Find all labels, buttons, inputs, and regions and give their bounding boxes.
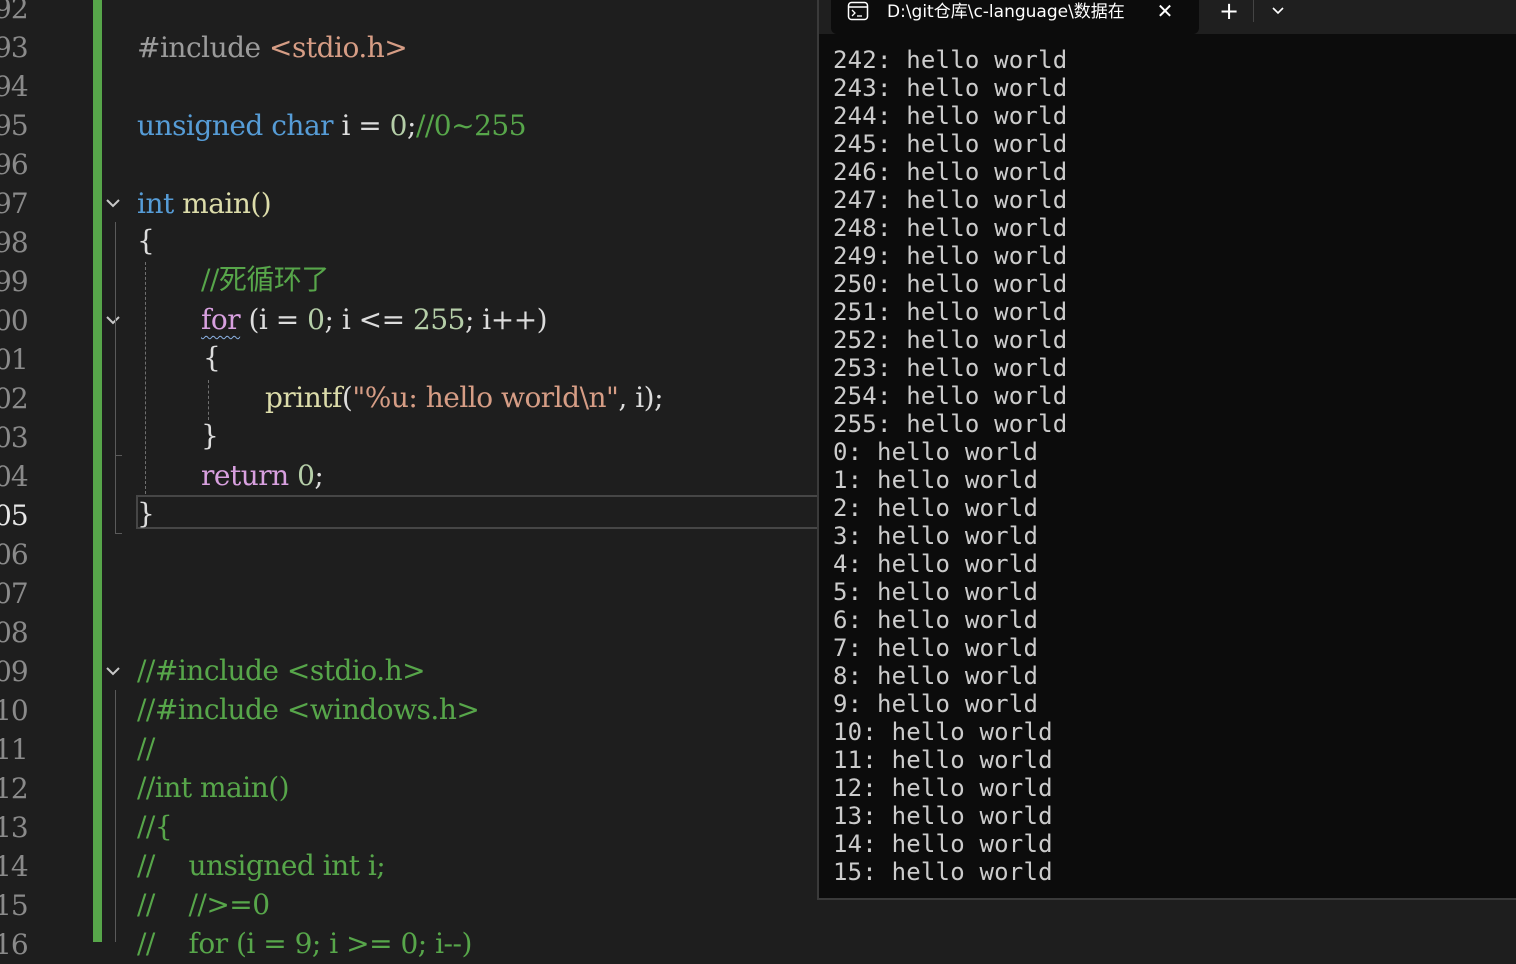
code-line: //#include <stdio.h> (137, 654, 426, 687)
line-number: 05 (0, 499, 29, 532)
line-number: 13 (0, 811, 29, 844)
terminal-line: 248: hello world (833, 214, 1068, 242)
terminal-line: 252: hello world (833, 326, 1068, 354)
line-number: 07 (0, 577, 29, 610)
terminal-line: 8: hello world (833, 662, 1039, 690)
terminal-tab-title: D:\git仓库\c-language\数据在 (887, 2, 1125, 22)
line-number: 11 (0, 733, 29, 766)
code-line: } (201, 419, 219, 452)
code-line: { (203, 341, 221, 374)
terminal-line: 246: hello world (833, 158, 1068, 186)
terminal-icon (847, 1, 869, 21)
line-number: 97 (0, 187, 29, 220)
line-number: 96 (0, 148, 29, 181)
code-line: for (i = 0; i <= 255; i++) (201, 303, 548, 336)
line-number: 12 (0, 772, 29, 805)
terminal-tab-bar: D:\git仓库\c-language\数据在 ✕ + (819, 0, 1516, 34)
change-tracking-bar (93, 0, 102, 942)
new-tab-plus-icon[interactable]: + (1211, 0, 1247, 24)
tab-dropdown-chevron-icon[interactable] (1263, 0, 1293, 24)
code-line: //死循环了 (201, 263, 329, 296)
code-line: // //>=0 (137, 888, 270, 921)
code-line: #include <stdio.h> (137, 31, 408, 64)
terminal-line: 243: hello world (833, 74, 1068, 102)
line-number: 98 (0, 226, 29, 259)
code-area[interactable]: #include <stdio.h> unsigned char i = 0;/… (137, 0, 837, 960)
code-line: unsigned char i = 0;//0~255 (137, 109, 527, 142)
code-line: int main() (137, 187, 272, 220)
terminal-line: 14: hello world (833, 830, 1053, 858)
terminal-line: 10: hello world (833, 718, 1053, 746)
code-line: // for (i = 9; i >= 0; i--) (137, 927, 472, 960)
terminal-line: 5: hello world (833, 578, 1039, 606)
line-number: 06 (0, 538, 29, 571)
code-line: // (137, 732, 155, 765)
line-number: 93 (0, 31, 29, 64)
line-number: 14 (0, 850, 29, 883)
terminal-line: 254: hello world (833, 382, 1068, 410)
tab-close-icon[interactable]: ✕ (1153, 0, 1177, 24)
line-number: 04 (0, 460, 29, 493)
terminal-line: 255: hello world (833, 410, 1068, 438)
tab-separator (1253, 0, 1254, 22)
line-number: 15 (0, 889, 29, 922)
line-number: 09 (0, 655, 29, 688)
line-number: 03 (0, 421, 29, 454)
terminal-tab[interactable]: D:\git仓库\c-language\数据在 ✕ (831, 0, 1199, 34)
terminal-line: 7: hello world (833, 634, 1039, 662)
line-number: 16 (0, 928, 29, 961)
line-number: 02 (0, 382, 29, 415)
terminal-line: 11: hello world (833, 746, 1053, 774)
code-line: } (137, 497, 155, 530)
terminal-line: 251: hello world (833, 298, 1068, 326)
terminal-line: 9: hello world (833, 690, 1039, 718)
scope-line-inner-end (115, 455, 122, 456)
code-line: // unsigned int i; (137, 849, 386, 882)
terminal-line: 244: hello world (833, 102, 1068, 130)
terminal-line: 15: hello world (833, 858, 1053, 886)
code-line: return 0; (201, 459, 324, 492)
line-number: 10 (0, 694, 29, 727)
terminal-line: 250: hello world (833, 270, 1068, 298)
terminal-line: 0: hello world (833, 438, 1039, 466)
code-line: { (137, 224, 155, 257)
terminal-line: 2: hello world (833, 494, 1039, 522)
collapse-main-chevron-icon[interactable] (104, 194, 122, 212)
terminal-line: 1: hello world (833, 466, 1039, 494)
line-number: 92 (0, 0, 29, 25)
collapse-comment-chevron-icon[interactable] (104, 662, 122, 680)
code-line: //#include <windows.h> (137, 693, 480, 726)
line-number: 99 (0, 265, 29, 298)
line-number: 08 (0, 616, 29, 649)
terminal-line: 245: hello world (833, 130, 1068, 158)
terminal-line: 249: hello world (833, 242, 1068, 270)
code-line: //{ (137, 810, 173, 843)
scope-line-end (115, 533, 122, 534)
scope-line-comment (115, 690, 116, 942)
terminal-line: 3: hello world (833, 522, 1039, 550)
terminal-line: 247: hello world (833, 186, 1068, 214)
terminal-output[interactable]: 242: hello world 243: hello world 244: hel… (833, 46, 1513, 886)
scope-line-inner (115, 340, 116, 456)
line-number: 00 (0, 304, 29, 337)
line-number: 94 (0, 70, 29, 103)
terminal-line: 12: hello world (833, 774, 1053, 802)
collapse-for-chevron-icon[interactable] (104, 311, 122, 329)
terminal-line: 6: hello world (833, 606, 1039, 634)
code-line: //int main() (137, 771, 290, 804)
code-line: printf("%u: hello world\n", i); (265, 381, 664, 414)
line-number: 95 (0, 109, 29, 142)
terminal-line: 242: hello world (833, 46, 1068, 74)
line-number: 01 (0, 343, 29, 376)
terminal-line: 253: hello world (833, 354, 1068, 382)
line-number-gutter: 92 93 94 95 96 97 98 99 00 01 02 03 04 05 06 07 08 09 10 11… (0, 0, 90, 961)
terminal-line: 13: hello world (833, 802, 1053, 830)
terminal-window[interactable]: D:\git仓库\c-language\数据在 ✕ + 242: hello w… (817, 0, 1516, 900)
terminal-line: 4: hello world (833, 550, 1039, 578)
